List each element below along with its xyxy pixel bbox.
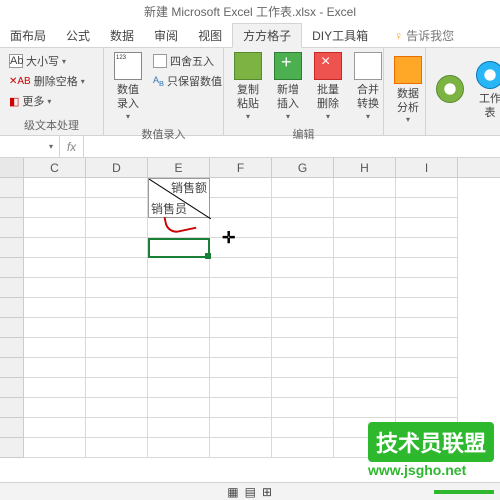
tab-data[interactable]: 数据 — [100, 24, 144, 47]
more-label: 更多 — [22, 93, 44, 109]
abc-icon: AB — [153, 75, 164, 88]
zoom-slider[interactable] — [434, 490, 494, 494]
col-G[interactable]: G — [272, 158, 334, 177]
bulb-icon: ♀ — [394, 29, 403, 43]
chevron-down-icon: ▾ — [406, 115, 410, 125]
diagonal-header-cell[interactable]: 销售额 销售员 — [148, 178, 210, 218]
col-I[interactable]: I — [396, 158, 458, 177]
delete-label: 批量删除 — [314, 83, 342, 112]
circle-blue-icon — [476, 61, 500, 89]
insert-button[interactable]: 新增插入▾ — [268, 50, 308, 124]
group-numeric-label: 数值录入 — [108, 124, 219, 144]
chevron-down-icon: ▾ — [126, 112, 130, 122]
delspace-label: 删除空格 — [34, 73, 78, 89]
num-input-label: 数值录入 — [114, 83, 142, 112]
case-icon: Ab — [9, 54, 23, 68]
selected-cell[interactable] — [148, 238, 210, 258]
select-all-corner[interactable] — [0, 158, 24, 177]
delete-icon — [314, 52, 342, 80]
keepnum-button[interactable]: AB只保留数值 — [150, 72, 225, 90]
ribbon: Ab大小写▾ ✕AB删除空格▾ ◧更多▾ 级文本处理 数值录入▾ 四舍五入 AB… — [0, 48, 500, 136]
keepnum-label: 只保留数值 — [167, 73, 222, 89]
col-H[interactable]: H — [334, 158, 396, 177]
group-numeric: 数值录入▾ 四舍五入 AB只保留数值 数值录入 — [104, 48, 224, 135]
chart-icon — [394, 56, 422, 84]
group-analysis: 数据分析▾ — [384, 48, 426, 135]
clipboard-icon — [234, 52, 262, 80]
copy-paste-button[interactable]: 复制粘贴▾ — [228, 50, 268, 124]
group-text-label: 级文本处理 — [4, 115, 99, 135]
merge-icon — [354, 52, 382, 80]
batch-delete-button[interactable]: 批量删除▾ — [308, 50, 348, 124]
grid-icon — [153, 54, 167, 68]
delspace-button[interactable]: ✕AB删除空格▾ — [6, 72, 88, 90]
worksheet-label: 工作表 — [476, 92, 500, 121]
group-edit-label: 编辑 — [228, 124, 379, 144]
chevron-down-icon: ▾ — [246, 112, 250, 122]
watermark-url: www.jsgho.net — [368, 462, 494, 478]
more-button[interactable]: ◧更多▾ — [6, 92, 88, 110]
tab-layout[interactable]: 面布局 — [0, 24, 56, 47]
column-headers: C D E F G H I — [0, 158, 500, 178]
diag-top-right: 销售额 — [171, 179, 207, 196]
case-label: 大小写 — [26, 53, 59, 69]
status-bar: ▦ ▤ ⊞ — [0, 482, 500, 500]
chevron-down-icon: ▾ — [286, 112, 290, 122]
title-bar: 新建 Microsoft Excel 工作表.xlsx - Excel — [0, 0, 500, 24]
chevron-down-icon: ▾ — [62, 57, 66, 66]
group-edit: 复制粘贴▾ 新增插入▾ 批量删除▾ 合并转换▾ 编辑 — [224, 48, 384, 135]
chevron-down-icon: ▾ — [326, 112, 330, 122]
group-worksheet: 工作表 — [426, 48, 496, 135]
worksheet-button[interactable]: 工作表 — [470, 50, 500, 131]
analysis-button[interactable]: 数据分析▾ — [388, 50, 428, 131]
insert-label: 新增插入 — [274, 83, 302, 112]
col-C[interactable]: C — [24, 158, 86, 177]
tab-fangfang[interactable]: 方方格子 — [232, 23, 302, 48]
calculator-icon — [114, 52, 142, 80]
chevron-down-icon: ▾ — [81, 77, 85, 86]
round-button[interactable]: 四舍五入 — [150, 52, 225, 70]
num-input-button[interactable]: 数值录入▾ — [108, 50, 148, 124]
chevron-down-icon: ▾ — [47, 97, 51, 106]
case-button[interactable]: Ab大小写▾ — [6, 52, 88, 70]
more-icon: ◧ — [9, 95, 19, 108]
tell-me[interactable]: ♀ 告诉我您 — [384, 24, 464, 47]
watermark: 技术员联盟 www.jsgho.net — [368, 422, 494, 478]
name-box[interactable]: ▾ — [0, 136, 60, 157]
col-F[interactable]: F — [210, 158, 272, 177]
round-label: 四舍五入 — [170, 53, 214, 69]
circle1-button[interactable] — [430, 50, 470, 131]
plus-icon — [274, 52, 302, 80]
watermark-badge: 技术员联盟 — [368, 422, 494, 462]
chevron-down-icon[interactable]: ▾ — [49, 142, 53, 151]
analysis-label: 数据分析 — [394, 87, 422, 116]
view-normal-icon[interactable]: ▦ — [227, 485, 238, 499]
fx-label[interactable]: fx — [60, 136, 84, 157]
tab-diy[interactable]: DIY工具箱 — [302, 24, 378, 47]
view-page-icon[interactable]: ▤ — [245, 485, 256, 499]
ribbon-tabs: 面布局 公式 数据 审阅 视图 方方格子 DIY工具箱 ♀ 告诉我您 — [0, 24, 500, 48]
chevron-down-icon: ▾ — [366, 112, 370, 122]
tell-me-label: 告诉我您 — [406, 27, 454, 44]
group-analysis-label — [388, 131, 421, 135]
tab-formulas[interactable]: 公式 — [56, 24, 100, 47]
tab-review[interactable]: 审阅 — [144, 24, 188, 47]
merge-button[interactable]: 合并转换▾ — [348, 50, 388, 124]
delspace-icon: ✕AB — [9, 76, 31, 87]
cursor-icon: ✛ — [222, 228, 235, 248]
col-D[interactable]: D — [86, 158, 148, 177]
tab-view[interactable]: 视图 — [188, 24, 232, 47]
view-break-icon[interactable]: ⊞ — [262, 485, 272, 499]
merge-label: 合并转换 — [354, 83, 382, 112]
col-E[interactable]: E — [148, 158, 210, 177]
copy-label: 复制粘贴 — [234, 83, 262, 112]
circle-green-icon — [436, 75, 464, 103]
group-worksheet-label — [430, 131, 492, 135]
group-text: Ab大小写▾ ✕AB删除空格▾ ◧更多▾ 级文本处理 — [0, 48, 104, 135]
